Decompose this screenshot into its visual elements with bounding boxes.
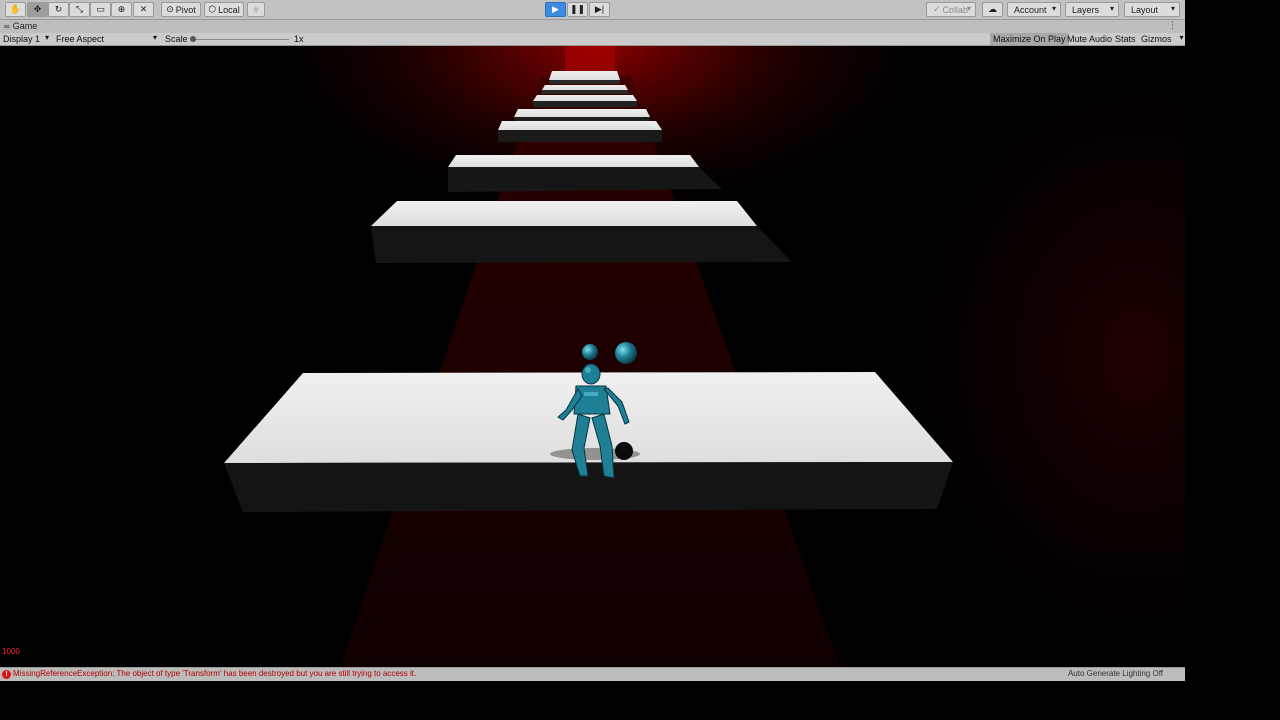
account-label: Account xyxy=(1014,4,1047,15)
custom-tool-button[interactable]: ✕ xyxy=(133,2,154,17)
lighting-status: Auto Generate Lighting Off xyxy=(1067,669,1163,678)
outside-area xyxy=(1185,0,1280,720)
orb-left xyxy=(582,344,598,360)
debug-counter: 1000 xyxy=(2,647,20,656)
pivot-toggle[interactable]: ⊙ Pivot xyxy=(161,2,201,17)
account-dropdown[interactable]: Account ▾ xyxy=(1007,2,1061,17)
layers-label: Layers xyxy=(1072,4,1100,15)
game-view-toolbar: Display 1 ▾ Free Aspect ▾ Scale 1x Maxim… xyxy=(0,33,1185,46)
game-controller-icon: ∞ xyxy=(4,21,10,31)
stats-toggle[interactable]: Stats xyxy=(1112,33,1139,45)
pivot-icon: ⊙ xyxy=(166,4,174,14)
chevron-down-icon: ▾ xyxy=(1179,33,1184,42)
step-icon: ▶| xyxy=(594,4,605,14)
pause-button[interactable]: ❚❚ xyxy=(567,2,588,17)
tab-game[interactable]: ∞ Game xyxy=(4,21,37,31)
transform-tool-button[interactable]: ⊕ xyxy=(111,2,132,17)
layout-dropdown[interactable]: Layout ▾ xyxy=(1124,2,1180,17)
display-select[interactable]: Display 1 ▾ xyxy=(0,33,52,45)
transform-icon: ⊕ xyxy=(117,4,126,14)
mute-audio-toggle[interactable]: Mute Audio xyxy=(1064,33,1115,45)
play-button[interactable]: ▶ xyxy=(545,2,566,17)
aspect-label: Free Aspect xyxy=(56,34,105,44)
error-icon: ! xyxy=(2,670,11,679)
chevron-down-icon: ▾ xyxy=(1051,4,1056,13)
maximize-on-play-toggle[interactable]: Maximize On Play xyxy=(990,33,1069,45)
grid-snap-icon: # xyxy=(253,4,259,15)
aspect-select[interactable]: Free Aspect ▾ xyxy=(53,33,160,45)
local-label: Local xyxy=(218,4,240,15)
layers-dropdown[interactable]: Layers ▾ xyxy=(1065,2,1119,17)
platform-mid xyxy=(448,155,722,192)
scale-slider-handle[interactable] xyxy=(190,36,196,42)
check-icon: ✓ xyxy=(933,4,941,14)
layout-label: Layout xyxy=(1131,4,1159,15)
collab-dropdown[interactable]: ✓ Collab ▾ xyxy=(926,2,976,17)
scale-icon: ⤡ xyxy=(75,4,84,14)
cloud-button[interactable]: ☁ xyxy=(982,2,1003,17)
rect-icon: ▭ xyxy=(96,4,105,14)
game-tab-strip: ∞ Game ⋮ xyxy=(0,20,1185,33)
pause-icon: ❚❚ xyxy=(569,4,586,14)
rotate-tool-button[interactable]: ↻ xyxy=(48,2,69,17)
scale-label: Scale xyxy=(165,34,188,44)
cloud-icon: ☁ xyxy=(988,4,997,14)
rect-tool-button[interactable]: ▭ xyxy=(90,2,111,17)
platform-near-mid xyxy=(371,201,792,263)
pivot-label: Pivot xyxy=(175,4,196,15)
play-icon: ▶ xyxy=(552,4,559,14)
local-icon: ⬡ xyxy=(208,4,217,14)
snap-button[interactable]: # xyxy=(247,2,265,17)
collab-label: Collab xyxy=(942,4,969,15)
main-toolbar: ✋ ✥ ↻ ⤡ ▭ ⊕ ✕ ⊙ Pivot ⬡ Local # ▶ ❚❚ ▶| … xyxy=(0,0,1185,20)
tools-icon: ✕ xyxy=(139,4,148,14)
move-tool-button[interactable]: ✥ xyxy=(27,2,48,17)
rotate-icon: ↻ xyxy=(54,4,63,14)
game-scene xyxy=(0,46,1185,667)
error-message[interactable]: MissingReferenceException: The object of… xyxy=(13,669,416,678)
step-button[interactable]: ▶| xyxy=(589,2,610,17)
hand-tool-button[interactable]: ✋ xyxy=(5,2,26,17)
gizmos-dropdown[interactable]: Gizmos ▾ xyxy=(1138,33,1186,45)
scale-slider-track[interactable] xyxy=(193,39,289,40)
scale-tool-button[interactable]: ⤡ xyxy=(69,2,90,17)
orb-right xyxy=(615,342,637,364)
chevron-down-icon: ▾ xyxy=(1109,4,1114,13)
chevron-down-icon: ▾ xyxy=(44,33,49,42)
chevron-down-icon: ▾ xyxy=(1170,4,1175,13)
chevron-down-icon: ▾ xyxy=(966,4,971,13)
console-status-bar[interactable]: ! MissingReferenceException: The object … xyxy=(0,667,1185,681)
unity-editor-window: ✋ ✥ ↻ ⤡ ▭ ⊕ ✕ ⊙ Pivot ⬡ Local # ▶ ❚❚ ▶| … xyxy=(0,0,1185,681)
gizmos-label: Gizmos xyxy=(1141,34,1172,44)
scale-value: 1x xyxy=(294,34,304,44)
game-viewport[interactable]: 1000 xyxy=(0,46,1185,667)
chevron-down-icon: ▾ xyxy=(152,33,157,42)
move-icon: ✥ xyxy=(33,4,42,14)
tab-game-label: Game xyxy=(12,21,38,31)
hand-icon: ✋ xyxy=(9,4,22,14)
kebab-menu-icon[interactable]: ⋮ xyxy=(1168,20,1177,31)
local-toggle[interactable]: ⬡ Local xyxy=(204,2,244,17)
display-label: Display 1 xyxy=(3,34,41,44)
